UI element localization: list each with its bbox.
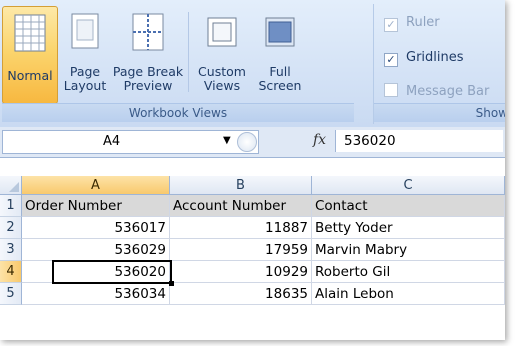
gridlines-check-icon: ✓ <box>384 53 398 67</box>
full-screen-button[interactable]: Full Screen <box>254 6 306 102</box>
column-header-c[interactable]: C <box>312 176 505 195</box>
ruler-label: Ruler <box>406 15 440 30</box>
normal-view-icon <box>14 14 46 52</box>
fill-handle[interactable] <box>169 281 174 286</box>
table-cell[interactable]: 10929 <box>170 261 312 283</box>
select-all-corner[interactable] <box>0 176 22 195</box>
message-bar-label: Message Bar <box>406 84 490 99</box>
table-cell[interactable]: Contact <box>312 195 505 217</box>
custom-views-label: Custom Views <box>198 64 246 93</box>
gridlines-checkbox[interactable]: ✓ Gridlines <box>384 49 464 67</box>
chevron-down-icon[interactable]: ▼ <box>223 135 231 146</box>
normal-label: Normal <box>7 68 53 83</box>
name-box[interactable]: A4 ▼ <box>2 130 259 154</box>
table-cell[interactable]: 536017 <box>22 217 170 239</box>
page-break-preview-icon <box>132 13 164 51</box>
worksheet-grid: A B C 1 Order Number Account Number Cont… <box>0 176 505 340</box>
table-cell[interactable]: 18635 <box>170 283 312 305</box>
page-break-preview-label: Page Break Preview <box>112 64 184 93</box>
blank-strip <box>0 158 505 176</box>
page-layout-icon <box>71 13 99 49</box>
column-header-b[interactable]: B <box>170 176 312 195</box>
insert-function-icon[interactable]: fx <box>313 132 326 148</box>
page-layout-button[interactable]: Page Layout <box>60 6 110 102</box>
table-cell[interactable]: Roberto Gil <box>312 261 505 283</box>
ruler-checkbox[interactable]: ✓ Ruler <box>384 14 440 32</box>
row-header[interactable]: 4 <box>0 261 22 283</box>
workbook-views-group: Normal Page Layout Page Break Preview Cu… <box>2 4 370 124</box>
table-cell[interactable]: Account Number <box>170 195 312 217</box>
table-cell[interactable]: Marvin Mabry <box>312 239 505 261</box>
formula-bar: A4 ▼ fx 536020 <box>0 127 505 158</box>
gridlines-label: Gridlines <box>406 50 464 65</box>
ribbon: Normal Page Layout Page Break Preview Cu… <box>0 0 505 128</box>
full-screen-label: Full Screen <box>258 64 302 93</box>
full-screen-icon <box>265 17 295 47</box>
table-cell[interactable]: 11887 <box>170 217 312 239</box>
table-cell[interactable]: Order Number <box>22 195 170 217</box>
row-header[interactable]: 5 <box>0 283 22 305</box>
table-cell[interactable]: 536020 <box>22 261 170 283</box>
name-box-value: A4 <box>103 134 121 149</box>
ribbon-separator <box>188 12 189 92</box>
table-cell[interactable]: Betty Yoder <box>312 217 505 239</box>
table-cell[interactable]: Alain Lebon <box>312 283 505 305</box>
ruler-check-icon: ✓ <box>384 18 398 32</box>
custom-views-button[interactable]: Custom Views <box>192 6 252 102</box>
message-bar-checkbox[interactable]: Message Bar <box>384 83 489 101</box>
page-break-preview-button[interactable]: Page Break Preview <box>112 6 184 102</box>
workbook-views-group-label: Workbook Views <box>2 103 354 122</box>
column-header-a[interactable]: A <box>22 176 170 195</box>
table-cell[interactable]: 536034 <box>22 283 170 305</box>
page-layout-label: Page Layout <box>63 64 107 93</box>
excel-window: Normal Page Layout Page Break Preview Cu… <box>0 0 505 340</box>
row-header[interactable]: 2 <box>0 217 22 239</box>
table-cell[interactable]: 17959 <box>170 239 312 261</box>
table-cell[interactable]: 536029 <box>22 239 170 261</box>
custom-views-icon <box>207 17 237 47</box>
message-bar-check-icon <box>384 83 398 97</box>
cancel-circle-icon[interactable] <box>237 132 257 152</box>
show-group-label: Show <box>374 103 505 122</box>
formula-input[interactable]: 536020 <box>335 130 503 152</box>
row-header[interactable]: 1 <box>0 195 22 217</box>
row-header[interactable]: 3 <box>0 239 22 261</box>
show-group: ✓ Ruler ✓ Gridlines Message Bar Show <box>373 4 505 124</box>
normal-view-button[interactable]: Normal <box>2 6 58 104</box>
